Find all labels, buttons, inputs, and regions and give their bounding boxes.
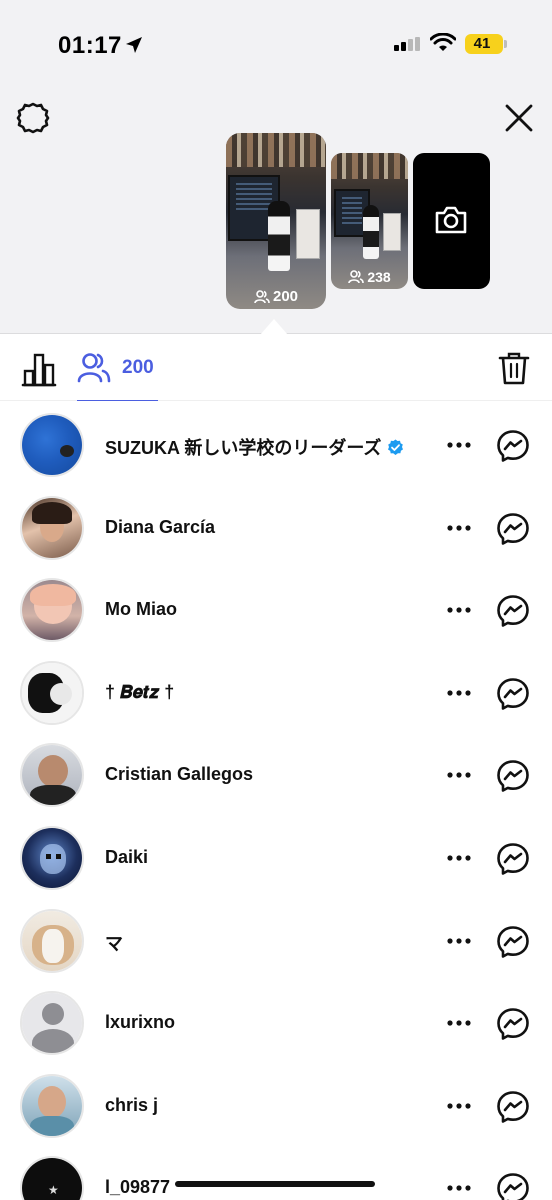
avatar[interactable] xyxy=(20,991,84,1056)
viewer-row[interactable]: Daiki xyxy=(0,814,552,896)
more-options-icon[interactable] xyxy=(444,521,474,535)
more-options-icon[interactable] xyxy=(444,1016,474,1030)
more-options-icon[interactable] xyxy=(444,438,474,452)
viewer-row[interactable]: † 𝑩𝒆𝒕𝒛 † xyxy=(0,649,552,731)
viewer-name[interactable]: マ xyxy=(105,930,123,956)
story-photo-box xyxy=(383,213,401,251)
more-options-icon[interactable] xyxy=(444,768,474,782)
viewer-row[interactable]: Mo Miao xyxy=(0,566,552,648)
bar-chart-icon[interactable] xyxy=(20,351,58,387)
avatar[interactable]: ★ xyxy=(20,1156,84,1200)
status-bar: 01:17 41 xyxy=(0,0,552,90)
more-options-icon[interactable] xyxy=(444,686,474,700)
viewer-name[interactable]: chris j xyxy=(105,1095,158,1116)
viewer-row[interactable]: chris j xyxy=(0,1062,552,1144)
viewer-name[interactable]: † 𝑩𝒆𝒕𝒛 † xyxy=(105,682,174,703)
viewer-name-text: l_09877 xyxy=(105,1177,171,1198)
viewer-tabs: 200 xyxy=(0,335,552,402)
more-options-icon[interactable] xyxy=(444,1181,474,1195)
story-photo-box xyxy=(296,209,320,259)
more-options-icon[interactable] xyxy=(444,934,474,948)
viewer-name[interactable]: Mo Miao xyxy=(105,599,177,620)
messenger-icon[interactable] xyxy=(496,429,530,463)
viewer-name-text: † 𝑩𝒆𝒕𝒛 † xyxy=(105,681,175,702)
story-photo-shelf xyxy=(331,153,408,179)
viewer-row[interactable]: マ xyxy=(0,897,552,979)
viewer-name[interactable]: lxurixno xyxy=(105,1012,175,1033)
messenger-icon[interactable] xyxy=(496,1172,530,1200)
messenger-icon[interactable] xyxy=(496,512,530,546)
story-thumbnail-current[interactable]: 200 xyxy=(226,133,326,309)
viewer-name-text: Cristian Gallegos xyxy=(105,764,254,785)
viewers-icon xyxy=(348,270,365,284)
battery-cap xyxy=(504,40,507,48)
battery-level: 41 xyxy=(473,35,491,52)
avatar[interactable] xyxy=(20,495,84,560)
avatar[interactable] xyxy=(20,660,84,725)
story-photo-figure xyxy=(268,201,290,271)
messenger-icon[interactable] xyxy=(496,925,530,959)
viewers-count: 200 xyxy=(122,357,154,378)
gear-icon[interactable] xyxy=(16,101,50,135)
trash-icon[interactable] xyxy=(497,350,531,386)
avatar[interactable] xyxy=(20,743,84,808)
viewer-name-text: chris j xyxy=(105,1094,159,1115)
messenger-icon[interactable] xyxy=(496,677,530,711)
location-arrow-icon xyxy=(126,37,142,53)
messenger-icon[interactable] xyxy=(496,1090,530,1124)
status-time: 01:17 xyxy=(58,32,122,59)
viewer-list: SUZUKA 新しい学校のリーダーズ Diana García Mo Miao † 𝑩… xyxy=(0,401,552,1200)
viewer-name-text: SUZUKA 新しい学校のリーダーズ xyxy=(105,438,382,458)
avatar[interactable] xyxy=(20,826,84,890)
close-icon[interactable] xyxy=(501,100,537,136)
viewer-name[interactable]: l_09877 xyxy=(105,1177,170,1198)
story-photo-figure xyxy=(363,205,379,259)
messenger-icon[interactable] xyxy=(496,1007,530,1041)
verified-badge-icon xyxy=(388,439,404,455)
viewer-row[interactable]: lxurixno xyxy=(0,979,552,1061)
viewer-name-text: lxurixno xyxy=(105,1012,176,1033)
viewer-name[interactable]: Diana García xyxy=(105,517,215,538)
story-viewer-count: 200 xyxy=(226,288,326,305)
viewer-name-text: Daiki xyxy=(105,847,149,867)
messenger-icon[interactable] xyxy=(496,842,530,876)
viewer-name[interactable]: Cristian Gallegos xyxy=(105,764,253,785)
story-thumbnail-previous[interactable]: 238 xyxy=(331,153,408,289)
messenger-icon[interactable] xyxy=(496,759,530,793)
viewer-row[interactable]: ★ l_09877 xyxy=(0,1144,552,1200)
wifi-icon xyxy=(430,33,456,51)
avatar[interactable] xyxy=(20,908,84,973)
more-options-icon[interactable] xyxy=(444,603,474,617)
story-viewer-count-text: 238 xyxy=(367,269,391,285)
story-selection-pointer xyxy=(260,319,288,335)
avatar[interactable] xyxy=(20,413,84,477)
messenger-icon[interactable] xyxy=(496,594,530,628)
viewer-name[interactable]: Daiki xyxy=(105,847,148,868)
viewer-name-text: マ xyxy=(105,933,123,954)
cellular-signal-icon xyxy=(394,37,420,51)
more-options-icon[interactable] xyxy=(444,851,474,865)
tab-viewers[interactable]: 200 xyxy=(77,335,158,402)
avatar[interactable] xyxy=(20,1073,84,1138)
viewer-row[interactable]: SUZUKA 新しい学校のリーダーズ xyxy=(0,401,552,483)
story-viewer-count-text: 200 xyxy=(272,288,299,305)
viewers-icon xyxy=(254,289,270,303)
more-options-icon[interactable] xyxy=(444,1099,474,1113)
home-indicator xyxy=(175,1181,375,1187)
viewer-row[interactable]: Cristian Gallegos xyxy=(0,731,552,813)
add-story-camera-button[interactable] xyxy=(413,153,490,289)
story-photo-shelf xyxy=(226,133,326,167)
viewer-name[interactable]: SUZUKA 新しい学校のリーダーズ xyxy=(105,434,404,460)
avatar[interactable] xyxy=(20,578,84,643)
battery-icon: 41 xyxy=(465,34,503,54)
viewer-name-text: Diana García xyxy=(105,516,216,537)
viewer-name-text: Mo Miao xyxy=(105,599,177,620)
camera-icon xyxy=(435,206,467,234)
story-viewer-count: 238 xyxy=(331,269,408,285)
viewer-row[interactable]: Diana García xyxy=(0,484,552,566)
viewers-icon xyxy=(77,353,111,383)
